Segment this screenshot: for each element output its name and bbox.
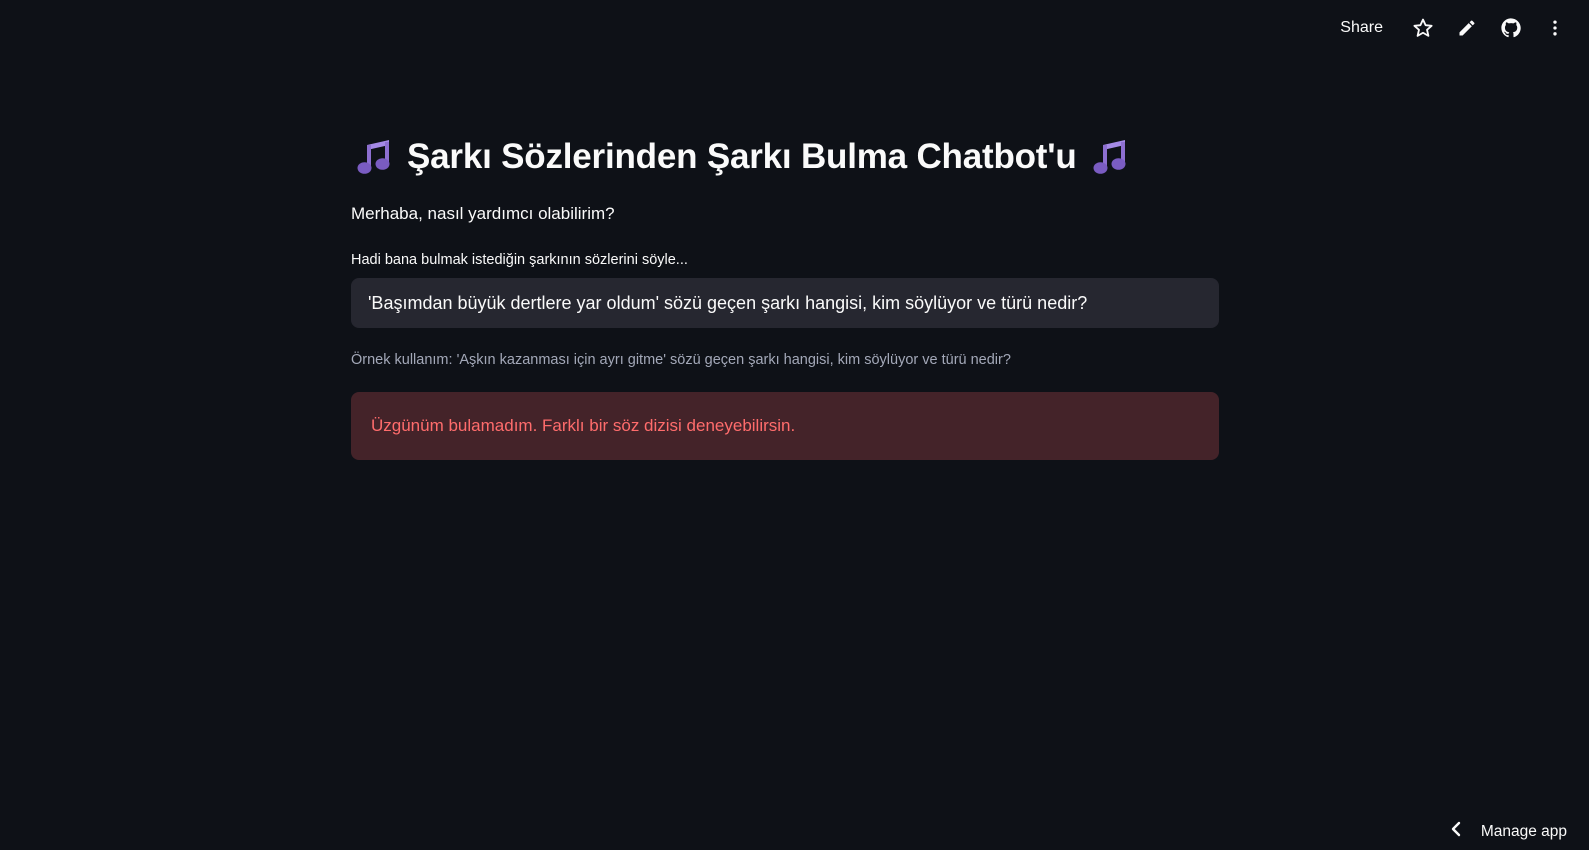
share-button[interactable]: Share bbox=[1328, 13, 1395, 43]
manage-app-label: Manage app bbox=[1480, 822, 1567, 840]
error-alert: Üzgünüm bulamadım. Farklı bir söz dizisi… bbox=[351, 392, 1219, 460]
example-usage-caption: Örnek kullanım: 'Aşkın kazanması için ay… bbox=[351, 352, 1011, 368]
page-title: Şarkı Sözlerinden Şarkı Bulma Chatbot'u bbox=[351, 128, 1219, 186]
github-icon[interactable] bbox=[1495, 12, 1527, 44]
manage-app-button[interactable]: Manage app bbox=[1449, 821, 1567, 842]
star-icon[interactable] bbox=[1407, 12, 1439, 44]
lyrics-input-label: Hadi bana bulmak istediğin şarkının sözl… bbox=[351, 252, 688, 268]
musical-notes-icon bbox=[1087, 134, 1133, 180]
top-toolbar: Share bbox=[1328, 0, 1589, 56]
main-content: Şarkı Sözlerinden Şarkı Bulma Chatbot'u … bbox=[351, 128, 1219, 460]
lyrics-input[interactable] bbox=[351, 278, 1219, 328]
page-title-text: Şarkı Sözlerinden Şarkı Bulma Chatbot'u bbox=[407, 137, 1077, 176]
greeting-text: Merhaba, nasıl yardımcı olabilirim? bbox=[351, 204, 615, 223]
pencil-icon[interactable] bbox=[1451, 12, 1483, 44]
musical-notes-icon bbox=[351, 134, 397, 180]
error-message: Üzgünüm bulamadım. Farklı bir söz dizisi… bbox=[371, 416, 796, 435]
chevron-left-icon bbox=[1449, 821, 1463, 842]
more-vertical-icon[interactable] bbox=[1539, 12, 1571, 44]
